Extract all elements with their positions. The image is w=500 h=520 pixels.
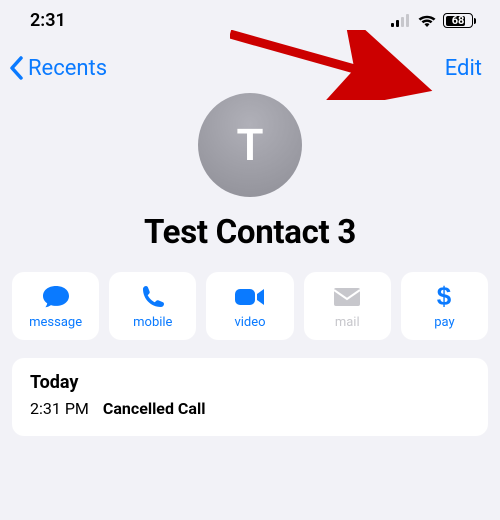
history-type: Cancelled Call: [103, 399, 206, 418]
mobile-button[interactable]: mobile: [109, 272, 196, 340]
status-time: 2:31: [30, 10, 66, 31]
mail-icon: [333, 283, 361, 311]
video-icon: [234, 283, 266, 311]
battery-percentage: 68: [452, 14, 465, 27]
video-label: video: [234, 315, 265, 330]
contact-name: Test Contact 3: [144, 213, 356, 252]
message-label: message: [29, 315, 82, 330]
mail-label: mail: [335, 315, 360, 330]
mobile-label: mobile: [133, 315, 172, 330]
actions-row: message mobile video mail: [0, 252, 500, 348]
battery-indicator: 68: [443, 13, 476, 28]
history-entry: 2:31 PM Cancelled Call: [30, 399, 470, 418]
history-title: Today: [30, 372, 470, 393]
cellular-signal-icon: [391, 14, 411, 27]
back-button[interactable]: Recents: [8, 55, 107, 81]
pay-label: pay: [434, 315, 454, 330]
contact-header: T Test Contact 3: [0, 93, 500, 252]
video-button[interactable]: video: [206, 272, 293, 340]
avatar[interactable]: T: [198, 93, 302, 197]
wifi-icon: [417, 14, 437, 28]
avatar-initial: T: [236, 119, 263, 171]
status-bar: 2:31 68: [0, 0, 500, 37]
phone-icon: [140, 283, 166, 311]
message-button[interactable]: message: [12, 272, 99, 340]
svg-text:$: $: [437, 283, 452, 311]
message-icon: [41, 283, 71, 311]
mail-button: mail: [304, 272, 391, 340]
edit-button[interactable]: Edit: [445, 56, 482, 81]
dollar-icon: $: [435, 283, 453, 311]
back-label: Recents: [28, 56, 107, 81]
chevron-left-icon: [8, 55, 26, 81]
status-right: 68: [391, 13, 476, 28]
history-time: 2:31 PM: [30, 399, 89, 418]
pay-button[interactable]: $ pay: [401, 272, 488, 340]
nav-bar: Recents Edit: [0, 37, 500, 91]
call-history-card[interactable]: Today 2:31 PM Cancelled Call: [12, 358, 488, 436]
